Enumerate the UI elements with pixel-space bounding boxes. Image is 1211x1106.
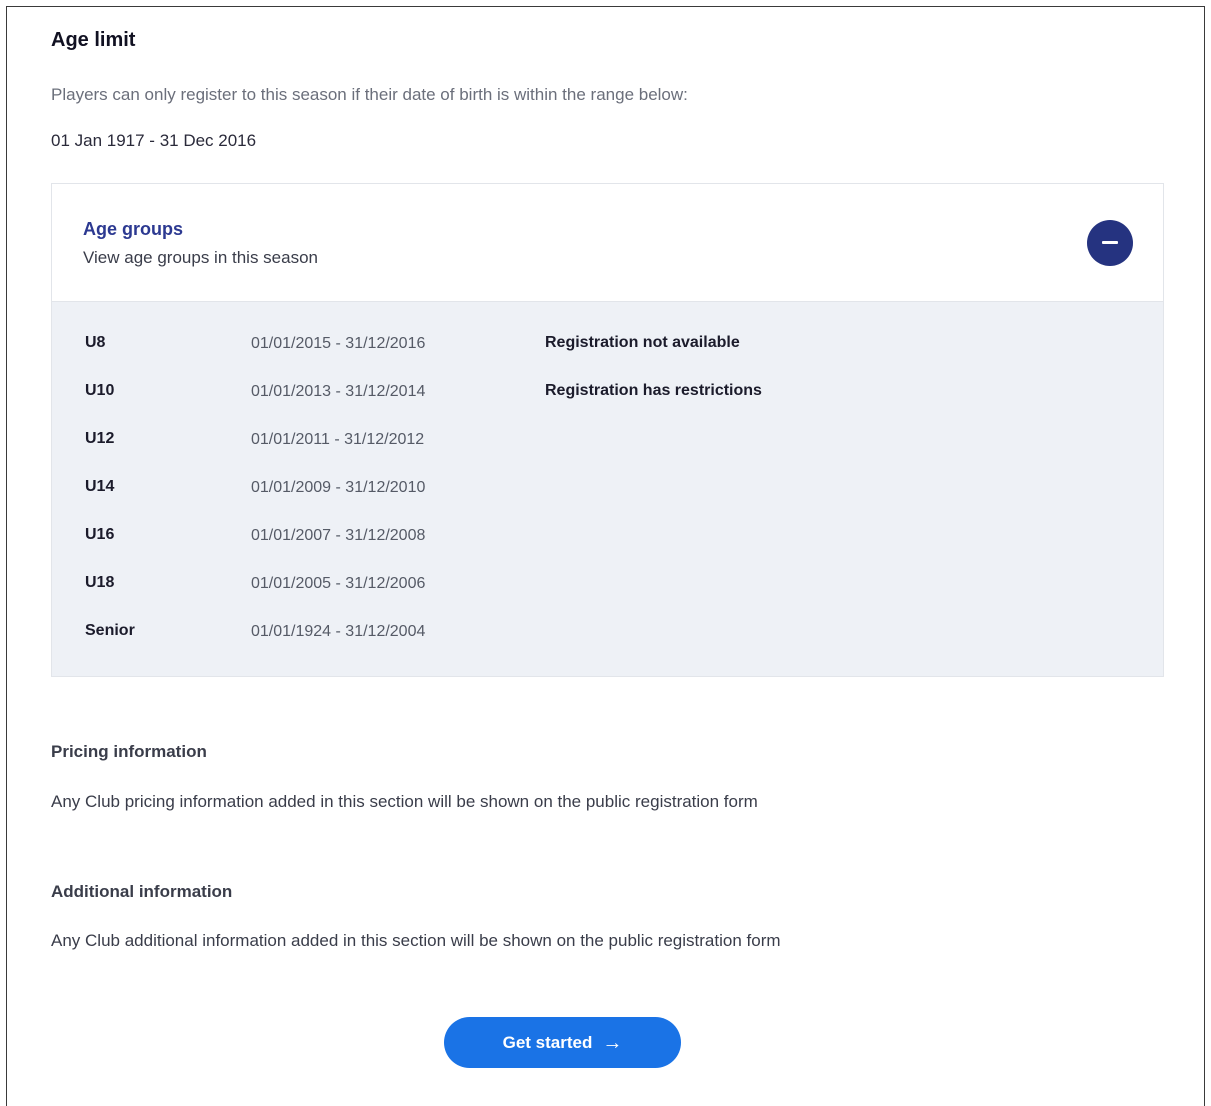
age-group-range: 01/01/2013 - 31/12/2014 <box>251 383 426 400</box>
age-limit-description: Players can only register to this season… <box>51 85 688 104</box>
minus-circle-icon <box>1102 241 1118 244</box>
age-group-status: Registration has restrictions <box>545 382 762 399</box>
age-groups-subtitle: View age groups in this season <box>83 248 319 267</box>
age-group-name: U18 <box>85 574 115 591</box>
table-row: U18 01/01/2005 - 31/12/2006 <box>52 566 1163 614</box>
get-started-label: Get started <box>502 1032 593 1052</box>
pricing-text: Any Club pricing information added in th… <box>51 792 758 811</box>
age-limit-title: Age limit <box>51 29 136 51</box>
age-group-name: U14 <box>85 478 115 495</box>
age-group-name: U10 <box>85 382 115 399</box>
additional-text: Any Club additional information added in… <box>51 931 781 950</box>
table-row: U12 01/01/2011 - 31/12/2012 <box>52 422 1163 470</box>
age-group-range: 01/01/2007 - 31/12/2008 <box>251 527 426 544</box>
additional-heading: Additional information <box>51 882 233 901</box>
get-started-button[interactable]: Get started → <box>444 1017 681 1068</box>
age-groups-list: U8 01/01/2015 - 31/12/2016 Registration … <box>52 302 1163 676</box>
age-group-status: Registration not available <box>545 334 740 351</box>
table-row: U8 01/01/2015 - 31/12/2016 Registration … <box>52 326 1163 374</box>
page-frame: Age limit Players can only register to t… <box>6 6 1205 1106</box>
age-groups-title: Age groups <box>83 219 184 239</box>
age-group-range: 01/01/2015 - 31/12/2016 <box>251 335 426 352</box>
collapse-age-groups-button[interactable] <box>1087 220 1133 266</box>
pricing-heading: Pricing information <box>51 742 207 761</box>
arrow-right-icon: → <box>602 1031 623 1054</box>
age-group-name: U12 <box>85 430 115 447</box>
table-row: U14 01/01/2009 - 31/12/2010 <box>52 470 1163 518</box>
age-group-name: U8 <box>85 334 106 351</box>
age-group-name: U16 <box>85 526 115 543</box>
age-groups-header[interactable]: Age groups View age groups in this seaso… <box>52 184 1163 302</box>
table-row: U10 01/01/2013 - 31/12/2014 Registration… <box>52 374 1163 422</box>
table-row: Senior 01/01/1924 - 31/12/2004 <box>52 614 1163 662</box>
age-group-name: Senior <box>85 622 135 639</box>
table-row: U16 01/01/2007 - 31/12/2008 <box>52 518 1163 566</box>
age-group-range: 01/01/2009 - 31/12/2010 <box>251 479 426 496</box>
age-group-range: 01/01/2011 - 31/12/2012 <box>251 431 425 448</box>
age-group-range: 01/01/1924 - 31/12/2004 <box>251 623 426 640</box>
age-groups-panel: Age groups View age groups in this seaso… <box>51 183 1164 677</box>
age-group-range: 01/01/2005 - 31/12/2006 <box>251 575 426 592</box>
age-limit-range: 01 Jan 1917 - 31 Dec 2016 <box>51 131 257 150</box>
